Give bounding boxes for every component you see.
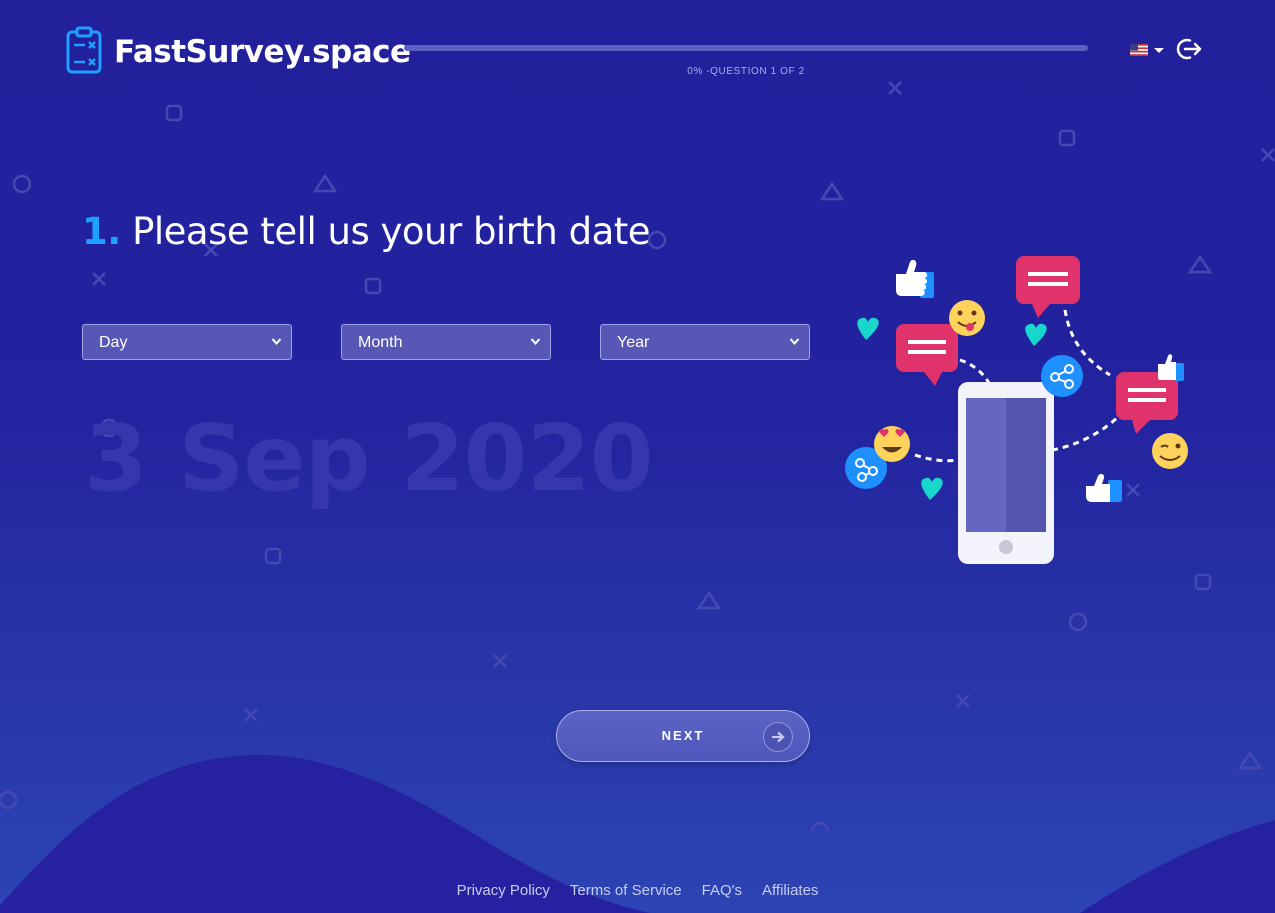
share-icon: [1041, 355, 1083, 397]
us-flag-icon: [1130, 41, 1148, 60]
chat-bubble-icon: [1016, 256, 1080, 318]
progress-label: 0% -QUESTION 1 OF 2: [687, 66, 805, 77]
month-select[interactable]: Month: [341, 324, 551, 360]
thumbs-up-icon: [1158, 354, 1184, 381]
question-number: 1.: [82, 210, 121, 253]
next-button[interactable]: NEXT: [556, 710, 810, 762]
question-title: 1. Please tell us your birth date: [82, 210, 651, 253]
tongue-emoji-icon: [949, 300, 985, 336]
social-media-illustration: [840, 250, 1200, 574]
clipboard-icon: [66, 26, 102, 78]
day-select[interactable]: Day: [82, 324, 292, 360]
date-preview: 3 Sep 2020: [84, 405, 654, 512]
chat-bubble-icon: [896, 324, 958, 386]
brand-logo[interactable]: FastSurvey.space: [66, 26, 411, 78]
progress-bar: [404, 45, 1088, 51]
wink-emoji-icon: [1152, 433, 1188, 469]
arrow-right-icon: [763, 722, 793, 752]
heart-icon: [857, 317, 879, 340]
day-select-wrapper: Day: [82, 324, 292, 360]
heart-icon: [921, 477, 943, 500]
thumbs-up-icon: [896, 259, 934, 298]
language-selector[interactable]: [1130, 41, 1164, 60]
logout-icon: [1176, 38, 1202, 65]
thumbs-up-icon: [1086, 473, 1122, 502]
month-select-wrapper: Month: [341, 324, 551, 360]
year-select[interactable]: Year: [600, 324, 810, 360]
smartphone-icon: [958, 382, 1054, 564]
affiliates-link[interactable]: Affiliates: [762, 882, 818, 899]
heart-icon: [1025, 323, 1047, 346]
faq-link[interactable]: FAQ's: [702, 882, 742, 899]
privacy-policy-link[interactable]: Privacy Policy: [457, 882, 550, 899]
footer-links: Privacy Policy Terms of Service FAQ's Af…: [0, 882, 1275, 899]
terms-of-service-link[interactable]: Terms of Service: [570, 882, 682, 899]
chat-bubble-icon: [1116, 372, 1178, 434]
chevron-down-icon: [1154, 48, 1164, 53]
year-select-wrapper: Year: [600, 324, 810, 360]
brand-name: FastSurvey.space: [114, 34, 411, 70]
logout-button[interactable]: [1176, 37, 1202, 65]
question-text: Please tell us your birth date: [132, 210, 651, 253]
heart-eyes-emoji-icon: [874, 426, 910, 462]
